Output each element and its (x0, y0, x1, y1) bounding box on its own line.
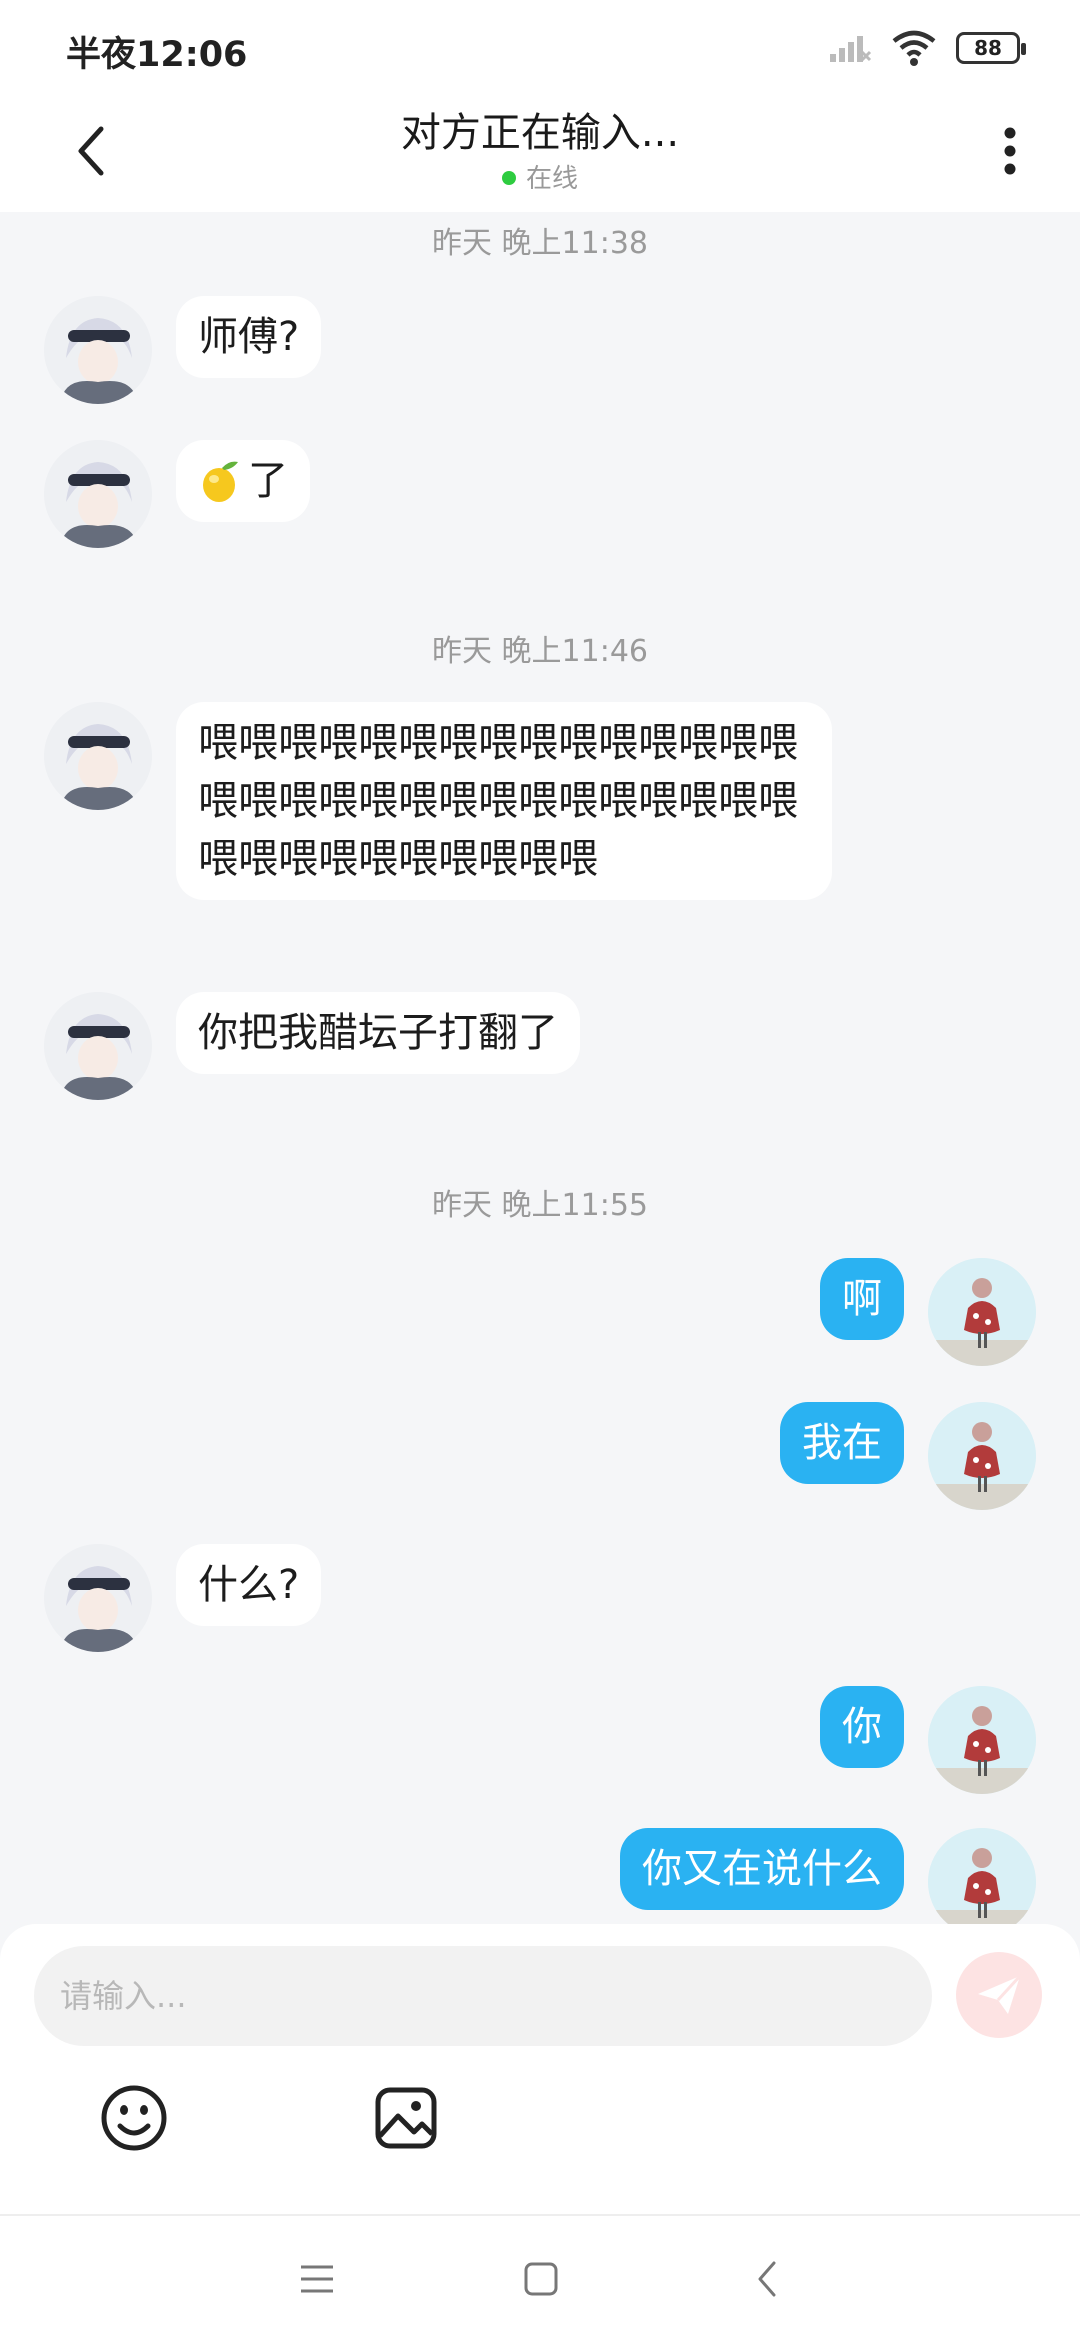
message-text: 师傅? (198, 314, 300, 360)
home-icon (524, 2262, 558, 2296)
message-timestamp: 昨天 晚上11:46 (432, 634, 648, 669)
message-bubble-sent[interactable]: 你又在说什么 (620, 1828, 904, 1910)
image-button[interactable] (370, 2082, 442, 2154)
message-text: 了 (248, 458, 288, 504)
more-vertical-icon (1004, 127, 1016, 175)
emoji-icon (101, 2085, 167, 2151)
message-bubble-received[interactable]: 喂喂喂喂喂喂喂喂喂喂喂喂喂喂喂喂喂喂喂喂喂喂喂喂喂喂喂喂喂喂喂喂喂喂喂喂喂喂喂喂 (176, 702, 832, 900)
emoji-button[interactable] (98, 2082, 170, 2154)
signal-icon (830, 36, 872, 62)
user-avatar[interactable] (928, 1258, 1036, 1366)
user-avatar[interactable] (928, 1828, 1036, 1924)
message-text: 你又在说什么 (642, 1846, 882, 1892)
message-composer (0, 1924, 1080, 2214)
menu-button[interactable] (292, 2254, 342, 2304)
message-timestamp: 昨天 晚上11:55 (432, 1188, 648, 1223)
more-options-button[interactable] (980, 116, 1040, 186)
message-bubble-received[interactable]: 师傅? (176, 296, 322, 378)
contact-avatar[interactable] (44, 296, 152, 404)
status-time: 半夜12:06 (66, 35, 248, 75)
message-bubble-received[interactable]: 什么? (176, 1544, 322, 1626)
message-text: 喂喂喂喂喂喂喂喂喂喂喂喂喂喂喂喂喂喂喂喂喂喂喂喂喂喂喂喂喂喂喂喂喂喂喂喂喂喂喂喂 (198, 720, 798, 882)
user-avatar[interactable] (928, 1686, 1036, 1794)
online-status-label: 在线 (525, 164, 578, 194)
send-button[interactable] (956, 1952, 1042, 2038)
message-input[interactable] (34, 1946, 932, 2046)
message-text: 你 (842, 1704, 882, 1750)
battery-level: 88 (974, 36, 1002, 60)
nav-back-icon (758, 2261, 776, 2297)
chat-messages[interactable]: 昨天 晚上11:38 师傅? 了 昨天 晚上11:46 喂喂喂喂喂喂喂喂喂喂喂喂… (0, 212, 1080, 1924)
online-status: 在线 (0, 158, 1080, 195)
message-text: 我在 (802, 1420, 882, 1466)
contact-avatar[interactable] (44, 440, 152, 548)
message-bubble-sent[interactable]: 啊 (820, 1258, 904, 1340)
message-bubble-received[interactable]: 了 (176, 440, 310, 522)
message-bubble-received[interactable]: 你把我醋坛子打翻了 (176, 992, 580, 1074)
contact-avatar[interactable] (44, 702, 152, 810)
status-bar: 半夜12:06 88 (0, 0, 1080, 96)
message-bubble-sent[interactable]: 你 (820, 1686, 904, 1768)
message-text: 你把我醋坛子打翻了 (198, 1010, 558, 1056)
message-text: 啊 (842, 1276, 882, 1322)
chat-header: 对方正在输入... 在线 (0, 96, 1080, 212)
battery-indicator: 88 (956, 32, 1026, 64)
message-bubble-sent[interactable]: 我在 (780, 1402, 904, 1484)
home-button[interactable] (516, 2254, 566, 2304)
system-navigation-bar (0, 2214, 1080, 2340)
wifi-icon (892, 30, 936, 66)
contact-avatar[interactable] (44, 992, 152, 1100)
online-dot (501, 171, 516, 185)
chat-title: 对方正在输入... (400, 110, 680, 156)
user-avatar[interactable] (928, 1402, 1036, 1510)
message-timestamp: 昨天 晚上11:38 (432, 226, 648, 261)
message-text: 什么? (198, 1562, 300, 1608)
contact-avatar[interactable] (44, 1544, 152, 1652)
image-icon (375, 2087, 437, 2149)
send-icon (978, 1974, 1022, 2014)
lemon-emoji-icon (203, 461, 238, 502)
status-icons: 88 (828, 26, 1026, 70)
nav-back-button[interactable] (742, 2254, 792, 2304)
menu-icon (301, 2265, 333, 2293)
